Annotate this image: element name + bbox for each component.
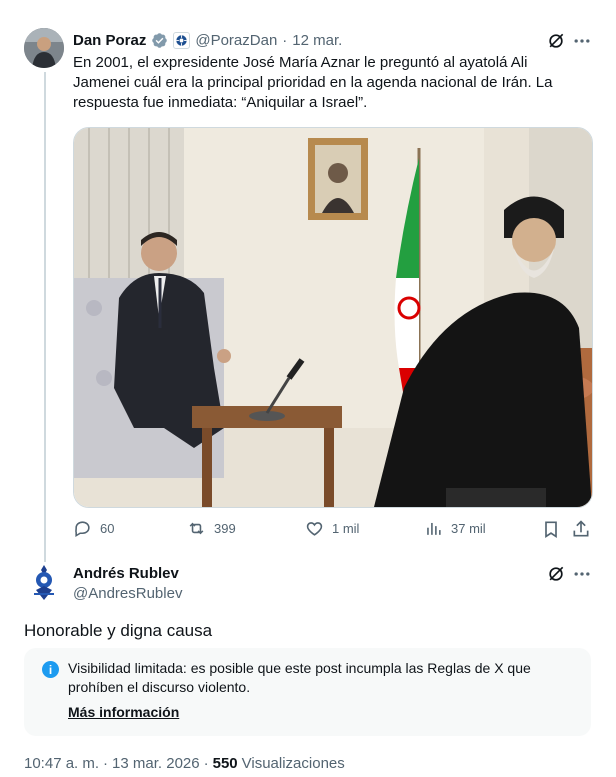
reply-icon bbox=[73, 519, 92, 538]
reply-views-label: Visualizaciones bbox=[241, 755, 345, 772]
repost-action[interactable]: 399 bbox=[187, 519, 236, 538]
affiliate-badge-icon bbox=[173, 32, 191, 49]
share-icon[interactable] bbox=[571, 519, 591, 544]
info-icon: i bbox=[42, 661, 59, 678]
views-icon bbox=[424, 519, 443, 538]
repost-count: 399 bbox=[214, 521, 236, 536]
author-name[interactable]: Dan Poraz bbox=[73, 32, 146, 49]
tweet-text: En 2001, el expresidente José María Azna… bbox=[73, 54, 553, 111]
visibility-notice-text: Visibilidad limitada: es posible que est… bbox=[68, 660, 531, 695]
reply-date[interactable]: 13 mar. 2026 bbox=[112, 755, 200, 772]
reply-author-name[interactable]: Andrés Rublev bbox=[73, 565, 179, 582]
avatar-andres-rublev[interactable] bbox=[24, 562, 64, 602]
views-count: 37 mil bbox=[451, 521, 486, 536]
reply-text: Honorable y digna causa bbox=[24, 621, 213, 640]
author-handle[interactable]: @PorazDan bbox=[195, 32, 277, 49]
reply-time[interactable]: 10:47 a. m. bbox=[24, 755, 99, 772]
reply-grok-icon[interactable] bbox=[546, 564, 566, 589]
tweet-date[interactable]: 12 mar. bbox=[292, 32, 342, 49]
separator-dot: · bbox=[282, 32, 288, 49]
tweet-photo[interactable] bbox=[73, 127, 593, 508]
reply-action[interactable]: 60 bbox=[73, 519, 114, 538]
reply-count: 60 bbox=[100, 521, 115, 536]
repost-icon bbox=[187, 519, 206, 538]
like-count: 1 mil bbox=[332, 521, 360, 536]
bookmark-icon[interactable] bbox=[541, 519, 561, 544]
avatar-dan-poraz[interactable] bbox=[24, 28, 64, 68]
like-icon bbox=[305, 519, 324, 538]
reply-more-icon[interactable] bbox=[572, 564, 592, 589]
reply-author-handle[interactable]: @AndresRublev bbox=[73, 585, 182, 602]
thread-line bbox=[44, 72, 46, 562]
more-info-link[interactable]: Más información bbox=[68, 704, 179, 720]
like-action[interactable]: 1 mil bbox=[305, 519, 359, 538]
views-action[interactable]: 37 mil bbox=[424, 519, 486, 538]
meta-separator: · bbox=[203, 755, 209, 772]
meta-separator: · bbox=[103, 755, 109, 772]
verified-badge-icon bbox=[151, 32, 168, 49]
reply-views-count: 550 bbox=[212, 755, 238, 772]
